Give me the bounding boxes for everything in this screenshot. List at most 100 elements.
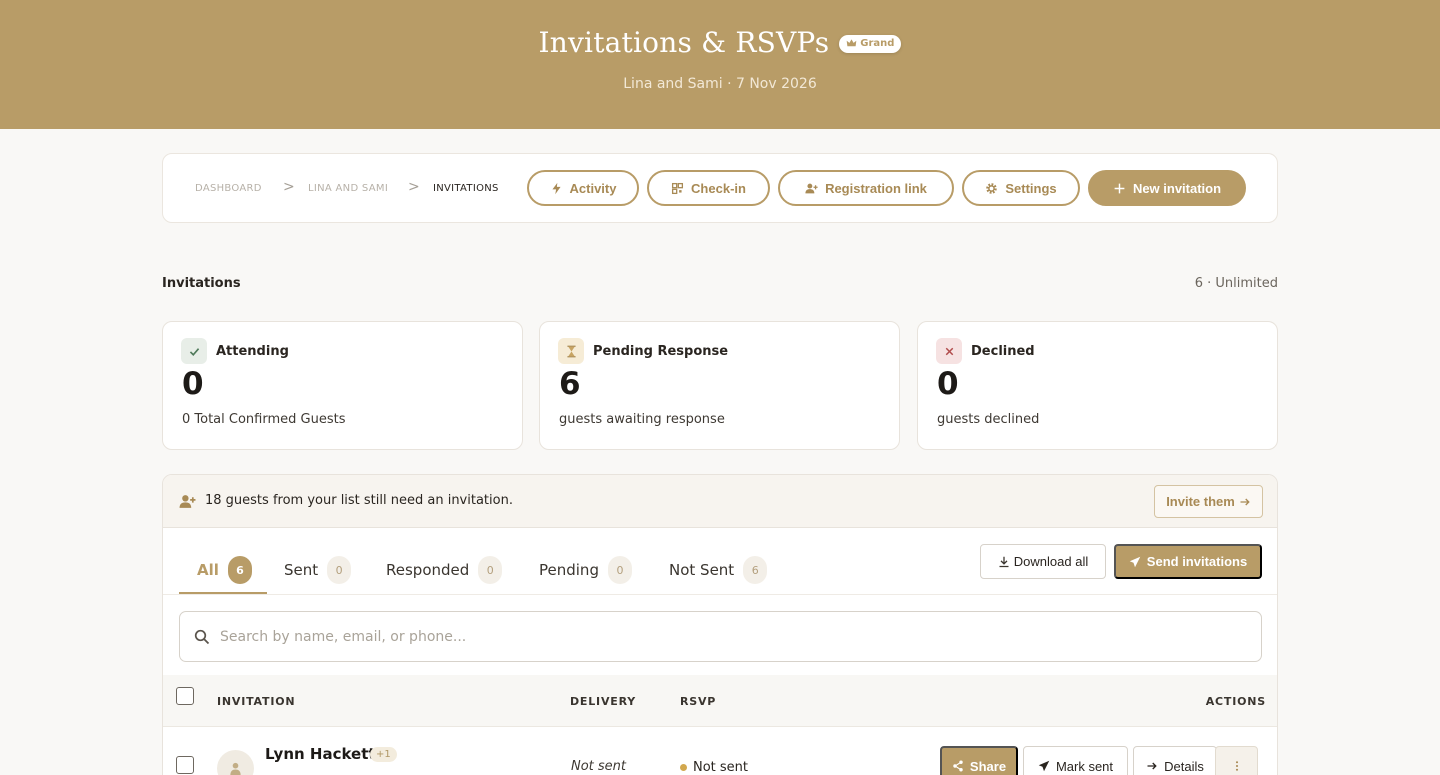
tier-label: Grand bbox=[860, 38, 895, 49]
tab-not-sent[interactable]: Not Sent 6 bbox=[669, 545, 768, 595]
table-header: INVITATION DELIVERY RSVP ACTIONS bbox=[163, 675, 1277, 727]
tab-count: 0 bbox=[478, 556, 503, 584]
stat-card-attending: Attending 0 0 Total Confirmed Guests bbox=[162, 321, 523, 450]
stat-description: 0 Total Confirmed Guests bbox=[182, 412, 346, 427]
plus-icon bbox=[1114, 183, 1125, 193]
avatar bbox=[217, 750, 254, 775]
select-all-checkbox[interactable] bbox=[176, 687, 194, 705]
arrow-right-icon bbox=[1147, 762, 1157, 770]
stat-value: 6 bbox=[559, 366, 581, 402]
send-invitations-label: Send invitations bbox=[1146, 554, 1248, 569]
check-icon bbox=[189, 347, 199, 356]
breadcrumb-current: INVITATIONS bbox=[433, 183, 499, 194]
mark-sent-label: Mark sent bbox=[1055, 758, 1114, 774]
status-dot bbox=[680, 764, 687, 771]
stat-card-declined: Declined 0 guests declined bbox=[917, 321, 1278, 450]
row-checkbox[interactable] bbox=[176, 756, 194, 774]
rsvp-status: Not sent bbox=[680, 760, 748, 775]
tab-label: Not Sent bbox=[669, 561, 735, 579]
lightning-icon bbox=[551, 182, 561, 194]
stat-icon-attending bbox=[181, 338, 207, 364]
search-box bbox=[179, 611, 1262, 662]
arrow-right-icon bbox=[1240, 498, 1250, 505]
paper-plane-icon bbox=[1038, 760, 1050, 772]
search-input[interactable] bbox=[220, 624, 1220, 650]
breadcrumb-event[interactable]: LINA AND SAMI bbox=[308, 183, 388, 194]
invite-them-label: Invite them bbox=[1166, 494, 1235, 509]
x-icon bbox=[945, 347, 953, 355]
page-header: Invitations & RSVPs Grand Lina and Sami … bbox=[0, 0, 1440, 129]
activity-label: Activity bbox=[569, 180, 617, 196]
new-invitation-button[interactable]: New invitation bbox=[1088, 170, 1246, 206]
breadcrumb-dashboard[interactable]: DASHBOARD bbox=[195, 183, 262, 194]
add-user-icon bbox=[805, 183, 818, 193]
tab-label: Pending bbox=[539, 561, 599, 579]
column-invitation: INVITATION bbox=[217, 695, 296, 708]
add-user-icon bbox=[179, 495, 196, 508]
tab-responded[interactable]: Responded 0 bbox=[386, 545, 503, 595]
table-row: Lynn Hackett +1 Not sent Not sent Share … bbox=[163, 727, 1277, 775]
details-button[interactable]: Details bbox=[1133, 746, 1217, 775]
banner-text: 18 guests from your list still need an i… bbox=[205, 493, 513, 508]
rsvp-label: Not sent bbox=[693, 760, 749, 775]
plus-one-badge: +1 bbox=[370, 747, 397, 762]
uninvited-guests-banner: 18 guests from your list still need an i… bbox=[163, 475, 1277, 528]
column-rsvp: RSVP bbox=[680, 695, 717, 708]
breadcrumb-separator: > bbox=[283, 179, 295, 195]
settings-button[interactable]: Settings bbox=[962, 170, 1080, 206]
download-icon bbox=[999, 556, 1009, 567]
tab-label: Responded bbox=[386, 561, 470, 579]
guest-name[interactable]: Lynn Hackett bbox=[265, 745, 376, 763]
tab-count: 6 bbox=[743, 556, 768, 584]
column-actions: ACTIONS bbox=[1205, 695, 1266, 708]
tab-label: All bbox=[197, 561, 219, 579]
new-invitation-label: New invitation bbox=[1132, 180, 1222, 196]
download-all-button[interactable]: Download all bbox=[980, 544, 1106, 579]
breadcrumb-separator: > bbox=[408, 179, 420, 195]
settings-label: Settings bbox=[1005, 180, 1057, 196]
title-row: Invitations & RSVPs Grand bbox=[0, 26, 1440, 59]
page-title: Invitations & RSVPs bbox=[538, 26, 830, 59]
share-button[interactable]: Share bbox=[940, 746, 1018, 775]
toolbar-card: DASHBOARD > LINA AND SAMI > INVITATIONS … bbox=[162, 153, 1278, 223]
activity-button[interactable]: Activity bbox=[527, 170, 639, 206]
stat-value: 0 bbox=[182, 366, 204, 402]
stat-description: guests declined bbox=[937, 412, 1040, 427]
tab-count: 0 bbox=[607, 556, 632, 584]
paper-plane-icon bbox=[1129, 556, 1141, 567]
stat-icon-pending bbox=[558, 338, 584, 364]
user-icon bbox=[230, 762, 241, 775]
tab-count: 0 bbox=[327, 556, 352, 584]
section-title: Invitations bbox=[162, 276, 241, 291]
invite-them-button[interactable]: Invite them bbox=[1154, 485, 1263, 518]
share-label: Share bbox=[969, 758, 1007, 774]
registration-link-button[interactable]: Registration link bbox=[778, 170, 954, 206]
stat-description: guests awaiting response bbox=[559, 412, 725, 427]
crown-icon bbox=[846, 39, 857, 47]
stat-value: 0 bbox=[937, 366, 959, 402]
tab-sent[interactable]: Sent 0 bbox=[284, 545, 352, 595]
gear-icon bbox=[986, 182, 998, 194]
registration-link-label: Registration link bbox=[825, 180, 927, 196]
invitation-quota: 6 · Unlimited bbox=[1194, 276, 1278, 291]
kebab-menu-icon bbox=[1235, 761, 1238, 771]
share-icon bbox=[953, 760, 963, 772]
stat-label: Attending bbox=[216, 344, 289, 359]
delivery-status: Not sent bbox=[571, 759, 627, 774]
tier-badge: Grand bbox=[839, 34, 902, 53]
tab-pending[interactable]: Pending 0 bbox=[539, 545, 632, 595]
send-invitations-button[interactable]: Send invitations bbox=[1114, 544, 1262, 579]
stat-icon-declined bbox=[936, 338, 962, 364]
hourglass-icon bbox=[566, 345, 576, 357]
mark-sent-button[interactable]: Mark sent bbox=[1023, 746, 1128, 775]
tabs-divider bbox=[163, 594, 1277, 595]
invitations-panel: 18 guests from your list still need an i… bbox=[162, 474, 1278, 775]
stat-label: Declined bbox=[971, 344, 1035, 359]
tab-all[interactable]: All 6 bbox=[197, 545, 252, 595]
tab-label: Sent bbox=[284, 561, 319, 579]
tab-count: 6 bbox=[227, 556, 252, 584]
more-actions-button[interactable] bbox=[1215, 746, 1258, 775]
checkin-button[interactable]: Check-in bbox=[647, 170, 770, 206]
checkin-label: Check-in bbox=[691, 180, 746, 196]
download-all-label: Download all bbox=[1013, 554, 1089, 569]
